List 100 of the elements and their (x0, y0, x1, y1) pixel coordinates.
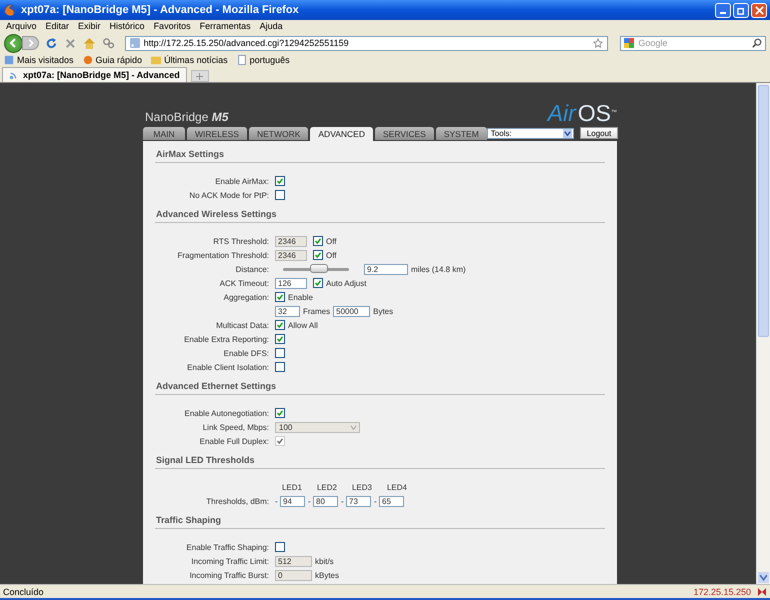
airos-logo: AirOS$^{™}$ (548, 101, 617, 125)
slider-thumb[interactable] (310, 264, 328, 272)
new-tab-button[interactable] (190, 70, 209, 82)
nav-tab[interactable]: NETWORK (248, 127, 308, 140)
text-field[interactable]: 73 (346, 496, 371, 506)
scrollbar[interactable] (756, 83, 770, 584)
led-label: LED1 (280, 482, 303, 492)
minimize-button[interactable] (715, 2, 731, 18)
window-title: xpt07a: [NanoBridge M5] - Advanced - Mozilla Firefox (21, 4, 300, 16)
field-label: Thresholds, dBm: (206, 496, 269, 506)
bookmark-item[interactable]: Guia rápido (82, 55, 142, 65)
checkbox[interactable] (275, 292, 285, 302)
led-label: LED4 (386, 482, 408, 492)
reload-icon[interactable] (45, 36, 58, 50)
dropdown-arrow-icon (562, 128, 572, 138)
menu-item[interactable]: Exibir (78, 21, 101, 31)
text-field[interactable]: 9.2 (364, 264, 408, 274)
section-title: Signal LED Thresholds (155, 453, 605, 469)
bookmark-icon (4, 55, 14, 65)
restore-icon (736, 6, 746, 14)
text-field[interactable]: 126 (275, 278, 307, 288)
nav-tab[interactable]: WIRELESS (187, 127, 247, 140)
scroll-down-icon[interactable] (758, 572, 769, 583)
field-label: Incoming Traffic Burst: (190, 570, 269, 580)
address-field[interactable]: http://172.25.15.250/advanced.cgi?1294252551159 (124, 36, 608, 50)
checkbox[interactable] (313, 278, 323, 288)
checkbox[interactable] (275, 190, 285, 200)
field-label: No ACK Mode for PtP: (189, 190, 269, 200)
star-icon[interactable] (593, 38, 604, 48)
status-address: 172.25.15.250 (693, 586, 751, 596)
checkbox[interactable] (275, 348, 285, 358)
text-field[interactable]: 32 (275, 306, 300, 316)
checkbox[interactable] (275, 320, 285, 330)
checkbox-label: Off (326, 236, 337, 246)
extension-icon[interactable] (102, 36, 115, 50)
text-field[interactable]: 80 (313, 496, 338, 506)
field-label: Distance: (236, 264, 269, 274)
unit-label: Bytes (373, 306, 394, 316)
browser-logo-icon (3, 3, 17, 17)
checkbox[interactable] (275, 176, 285, 186)
text-field[interactable]: 65 (379, 496, 404, 506)
checkbox[interactable] (275, 408, 285, 418)
field-label: Enable Autonegotiation: (184, 408, 269, 418)
field-label: Multicast Data: (216, 320, 269, 330)
close-icon (754, 6, 764, 14)
unit-label: kBytes (315, 570, 340, 580)
minus-sign: - (308, 496, 311, 506)
nav-tab[interactable]: ADVANCED (310, 127, 373, 141)
checkbox-label: Allow All (288, 320, 318, 330)
search-icon[interactable] (752, 38, 762, 48)
led-label: LED2 (316, 482, 338, 492)
minus-sign: - (374, 496, 377, 506)
checkbox-label: Enable (288, 292, 313, 302)
checkbox[interactable] (275, 362, 285, 372)
scrollbar-thumb[interactable] (758, 85, 769, 337)
nav-tab[interactable]: MAIN (143, 127, 185, 140)
feed-icon (9, 70, 19, 80)
page-icon (236, 55, 247, 65)
menu-item[interactable]: Favoritos (154, 21, 191, 31)
close-button[interactable] (751, 2, 767, 18)
led-label: LED3 (350, 482, 373, 492)
bookmark-item[interactable]: português (236, 55, 290, 65)
nav-tab[interactable]: SERVICES (375, 127, 434, 140)
search-engine-icon (624, 38, 634, 48)
text-field[interactable]: 50000 (333, 306, 370, 316)
logout-button[interactable]: Logout (580, 127, 618, 139)
browser-logo-icon (82, 55, 93, 65)
unit-label: kbit/s (315, 556, 334, 566)
field-label: Enable Extra Reporting: (184, 334, 269, 344)
minus-sign: - (275, 496, 278, 506)
browser-tab[interactable]: xpt07a: [NanoBridge M5] - Advanced (2, 67, 187, 82)
field-label: Fragmentation Threshold: (178, 250, 269, 260)
checkbox-label: Off (326, 250, 337, 260)
bookmark-item[interactable]: Mais visitados (4, 55, 74, 65)
checkbox[interactable] (275, 334, 285, 344)
back-button[interactable] (4, 34, 23, 52)
section-title: Traffic Shaping (155, 513, 605, 529)
tools-dropdown[interactable]: Tools: (486, 128, 574, 138)
unit-label: Frames (303, 306, 330, 316)
forward-button[interactable] (22, 36, 40, 50)
menu-item[interactable]: Ferramentas (200, 21, 251, 31)
field-label: ACK Timeout: (220, 278, 269, 288)
maximize-button[interactable] (733, 2, 749, 18)
field-label: RTS Threshold: (213, 236, 269, 246)
menu-item[interactable]: Editar (46, 21, 70, 31)
field-label: Enable Full Duplex: (200, 436, 269, 446)
checkbox[interactable] (275, 542, 285, 552)
menu-item[interactable]: Arquivo (6, 21, 37, 31)
text-field[interactable]: 94 (280, 496, 305, 506)
menu-item[interactable]: Histórico (110, 21, 145, 31)
menu-item[interactable]: Ajuda (260, 21, 283, 31)
field-label: Enable DFS: (224, 348, 269, 358)
bookmark-item[interactable]: Últimas notícias (151, 55, 228, 65)
nav-tab[interactable]: SYSTEM (436, 127, 487, 140)
field-label: Enable AirMax: (215, 176, 269, 186)
plus-icon (196, 72, 204, 80)
folder-icon (151, 55, 162, 65)
section-title: AirMax Settings (155, 147, 605, 163)
minus-sign: - (341, 496, 344, 506)
stop-icon[interactable] (64, 36, 78, 50)
